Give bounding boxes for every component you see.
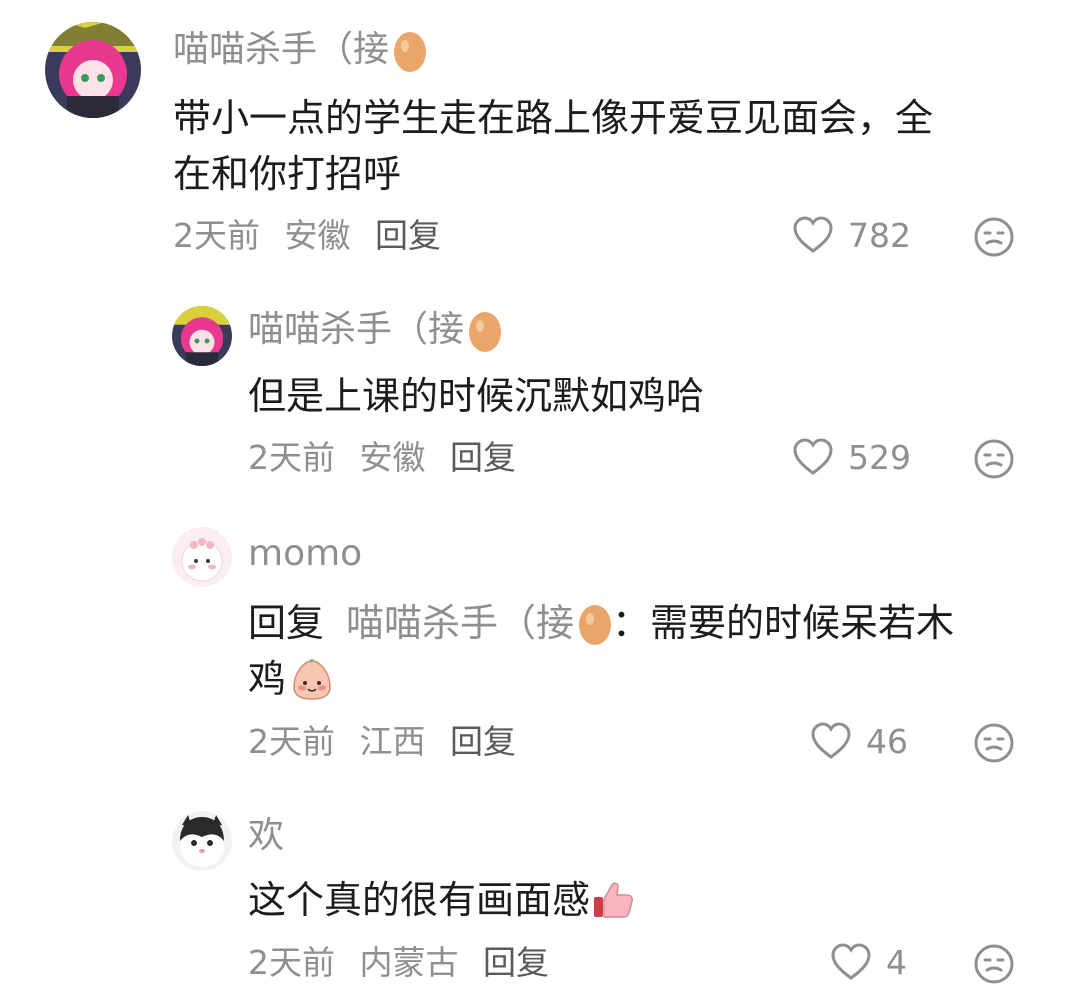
dislike-button[interactable] <box>973 722 1015 764</box>
heart-outline-icon <box>811 722 851 759</box>
comment-text: 带小一点的学生走在路上像开爱豆见面会，全 在和你打招呼 <box>173 96 934 196</box>
avatar[interactable] <box>172 811 232 871</box>
comment-meta: 2天前 江西 回复 <box>248 725 530 758</box>
location: 江西 <box>359 722 426 761</box>
avatar[interactable] <box>45 22 141 118</box>
like-button[interactable]: 529 <box>792 438 911 476</box>
comment-meta: 2天前 内蒙古 回复 <box>248 946 563 979</box>
dislike-button[interactable] <box>973 216 1015 258</box>
commenter-name[interactable]: 喵喵杀手（接 <box>173 28 427 72</box>
meh-face-icon <box>974 944 1014 984</box>
reply-button[interactable]: 回复 <box>450 722 516 761</box>
thumbs-up-emoji <box>592 879 634 921</box>
commenter-name[interactable]: 欢 <box>248 818 284 854</box>
meh-face-icon <box>974 217 1014 257</box>
avatar[interactable] <box>172 527 232 587</box>
blushing-bun-emoji <box>290 657 334 701</box>
timestamp: 2天前 <box>248 943 335 982</box>
comment-text: 回复 喵喵杀手（接 ：需要的时候呆若木 鸡 <box>248 595 954 707</box>
egg-emoji <box>468 308 502 352</box>
location: 内蒙古 <box>359 943 459 982</box>
like-count: 46 <box>866 721 908 761</box>
reply-prefix: 回复 <box>248 601 325 645</box>
dislike-button[interactable] <box>973 943 1015 985</box>
comment-text: 但是上课的时候沉默如鸡哈 <box>248 374 705 418</box>
reply-button[interactable]: 回复 <box>450 438 516 477</box>
meh-face-icon <box>974 439 1014 479</box>
heart-outline-icon <box>831 943 871 980</box>
egg-emoji <box>578 601 612 645</box>
meh-face-icon <box>974 723 1014 763</box>
timestamp: 2天前 <box>173 216 260 255</box>
dislike-button[interactable] <box>973 438 1015 480</box>
location: 安徽 <box>284 216 351 255</box>
like-button[interactable]: 46 <box>810 722 908 760</box>
reply-button[interactable]: 回复 <box>375 216 441 255</box>
reply-button[interactable]: 回复 <box>483 943 549 982</box>
heart-outline-icon <box>793 216 833 253</box>
commenter-name[interactable]: 喵喵杀手（接 <box>248 308 502 352</box>
comment-meta: 2天前 安徽 回复 <box>248 441 530 474</box>
comment-text: 这个真的很有画面感 <box>248 872 634 928</box>
like-count: 4 <box>886 942 907 982</box>
like-button[interactable]: 4 <box>830 943 907 981</box>
timestamp: 2天前 <box>248 438 335 477</box>
avatar[interactable] <box>172 306 232 366</box>
like-count: 782 <box>848 215 911 255</box>
like-button[interactable]: 782 <box>792 216 911 254</box>
like-count: 529 <box>848 437 911 477</box>
heart-outline-icon <box>793 438 833 475</box>
reply-target-name[interactable]: 喵喵杀手（接 <box>346 595 574 651</box>
egg-emoji <box>393 28 427 72</box>
timestamp: 2天前 <box>248 722 335 761</box>
commenter-name[interactable]: momo <box>248 536 362 572</box>
comment-meta: 2天前 安徽 回复 <box>173 219 455 252</box>
location: 安徽 <box>359 438 426 477</box>
